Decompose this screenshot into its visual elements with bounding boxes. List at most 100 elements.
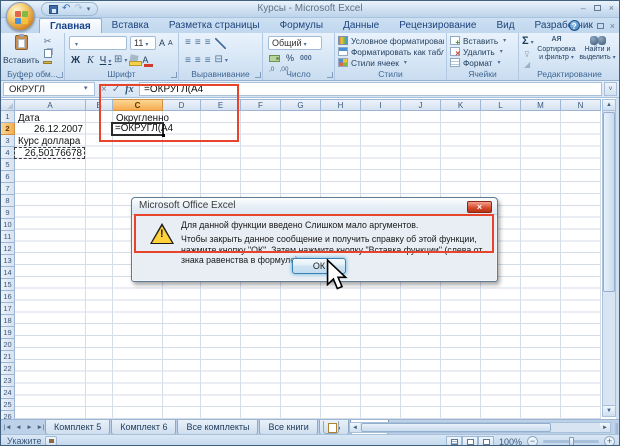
column-header-f[interactable]: F [241,99,281,111]
row-header-7[interactable]: 7 [1,183,15,195]
row-header-5[interactable]: 5 [1,159,15,171]
ribbon-tab[interactable]: Главная [39,18,102,33]
cell-a3[interactable]: Курс доллара [18,136,80,147]
restore-icon[interactable] [593,5,601,11]
cut-icon[interactable]: ✂ [44,37,52,46]
sheet-tab[interactable]: Комплект 5 [45,420,111,435]
merge-center-icon[interactable]: ⊟ [215,54,228,67]
grow-font-icon[interactable]: А [159,38,165,48]
qat-customize-icon[interactable]: ▾ [87,5,91,13]
row-header-15[interactable]: 15 [1,279,15,291]
page-layout-view-icon[interactable] [461,436,478,445]
row-header-25[interactable]: 25 [1,399,15,411]
cells-button[interactable]: Формат [450,57,516,68]
row-header-13[interactable]: 13 [1,255,15,267]
styles-button[interactable]: Условное форматирование [338,35,444,46]
vertical-scrollbar[interactable]: ▲ ▼ [602,99,616,417]
zoom-out-icon[interactable]: − [527,436,538,445]
align-center-icon[interactable]: ≡ [195,55,201,67]
row-header-10[interactable]: 10 [1,219,15,231]
zoom-in-icon[interactable]: + [604,436,615,445]
first-sheet-icon[interactable]: |◄ [3,422,12,433]
column-header-m[interactable]: M [521,99,561,111]
row-header-11[interactable]: 11 [1,231,15,243]
row-header-22[interactable]: 22 [1,363,15,375]
scroll-right-icon[interactable]: ► [600,423,610,432]
office-button[interactable] [6,2,35,31]
align-bottom-icon[interactable]: ≡ [205,37,211,49]
number-format-select[interactable]: Общий [268,36,322,50]
zoom-level[interactable]: 100% [499,437,522,446]
normal-view-icon[interactable] [445,436,462,445]
align-right-icon[interactable]: ≡ [205,55,211,67]
expand-formula-bar-icon[interactable]: ˅ [604,82,617,96]
column-header-j[interactable]: J [401,99,441,111]
orientation-icon[interactable] [214,37,226,49]
record-macro-icon[interactable] [45,436,57,445]
ribbon-tab[interactable]: Разметка страницы [159,18,270,33]
row-header-17[interactable]: 17 [1,303,15,315]
scroll-up-icon[interactable]: ▲ [603,100,615,111]
horizontal-scroll-thumb[interactable] [361,423,551,432]
page-break-view-icon[interactable] [477,436,494,445]
next-sheet-icon[interactable]: ► [25,422,34,433]
font-color-icon[interactable]: А [142,55,154,67]
workbook-restore-icon[interactable] [596,22,604,29]
cells-button[interactable]: Удалить [450,46,516,57]
row-header-16[interactable]: 16 [1,291,15,303]
styles-button[interactable]: Форматировать как таблицу [338,46,444,57]
alignment-dialog-launcher-icon[interactable] [255,72,261,78]
workbook-close-icon[interactable]: × [610,21,615,31]
column-header-a[interactable]: A [15,99,86,111]
insert-worksheet-icon[interactable] [323,421,339,434]
ribbon-tab[interactable]: Рецензирование [389,18,486,33]
align-left-icon[interactable]: ≡ [185,55,191,67]
autosum-icon[interactable]: Σ [522,35,534,47]
number-dialog-launcher-icon[interactable] [327,72,333,78]
cell-a1[interactable]: Дата [18,113,40,124]
row-header-1[interactable]: 1 [1,111,15,123]
column-header-g[interactable]: G [281,99,321,111]
last-sheet-icon[interactable]: ►| [36,422,45,433]
bold-button[interactable]: Ж [69,54,82,68]
minimize-icon[interactable]: – [581,3,586,13]
paste-button[interactable]: Вставить [3,34,39,69]
name-box-dropdown-icon[interactable]: ▾ [84,84,88,92]
cell-a4-marching-ants[interactable]: 26,50176678 [14,146,85,160]
styles-button[interactable]: Стили ячеек [338,57,444,68]
workbook-minimize-icon[interactable]: – [586,21,591,31]
zoom-slider[interactable] [543,437,599,445]
horizontal-scrollbar[interactable]: ◄ ► [349,422,618,434]
cell-a2[interactable]: 26.12.2007 [15,124,83,135]
sheet-tab[interactable]: Комплект 6 [111,420,177,435]
vertical-scroll-thumb[interactable] [603,112,615,292]
column-header-k[interactable]: K [441,99,481,111]
borders-icon[interactable]: ⊞ [114,53,127,68]
row-header-4[interactable]: 4 [1,147,15,159]
scroll-down-icon[interactable]: ▼ [603,405,615,416]
ribbon-tab[interactable]: Вид [486,18,524,33]
comma-style-icon[interactable]: 000 [300,55,312,62]
clear-icon[interactable]: ◢ [524,60,530,69]
dialog-close-icon[interactable]: × [467,201,492,213]
copy-icon[interactable] [43,49,52,58]
font-size-select[interactable]: 11 [130,36,156,50]
help-icon[interactable]: ? [568,20,580,31]
undo-icon[interactable]: ↶ [62,4,70,14]
sheet-tab[interactable]: Все комплекты [177,420,259,435]
row-header-24[interactable]: 24 [1,387,15,399]
format-painter-icon[interactable] [43,61,52,64]
select-all-corner[interactable] [1,99,15,111]
row-header-3[interactable]: 3 [1,135,15,147]
font-dialog-launcher-icon[interactable] [171,72,177,78]
accounting-format-icon[interactable] [269,54,280,62]
cells-button[interactable]: Вставить [450,35,516,46]
ribbon-tab[interactable]: Данные [333,18,389,33]
column-header-n[interactable]: N [561,99,601,111]
row-header-19[interactable]: 19 [1,327,15,339]
row-header-2[interactable]: 2 [1,123,15,135]
prev-sheet-icon[interactable]: ◄ [14,422,23,433]
row-header-6[interactable]: 6 [1,171,15,183]
row-header-18[interactable]: 18 [1,315,15,327]
align-middle-icon[interactable]: ≡ [195,37,201,49]
